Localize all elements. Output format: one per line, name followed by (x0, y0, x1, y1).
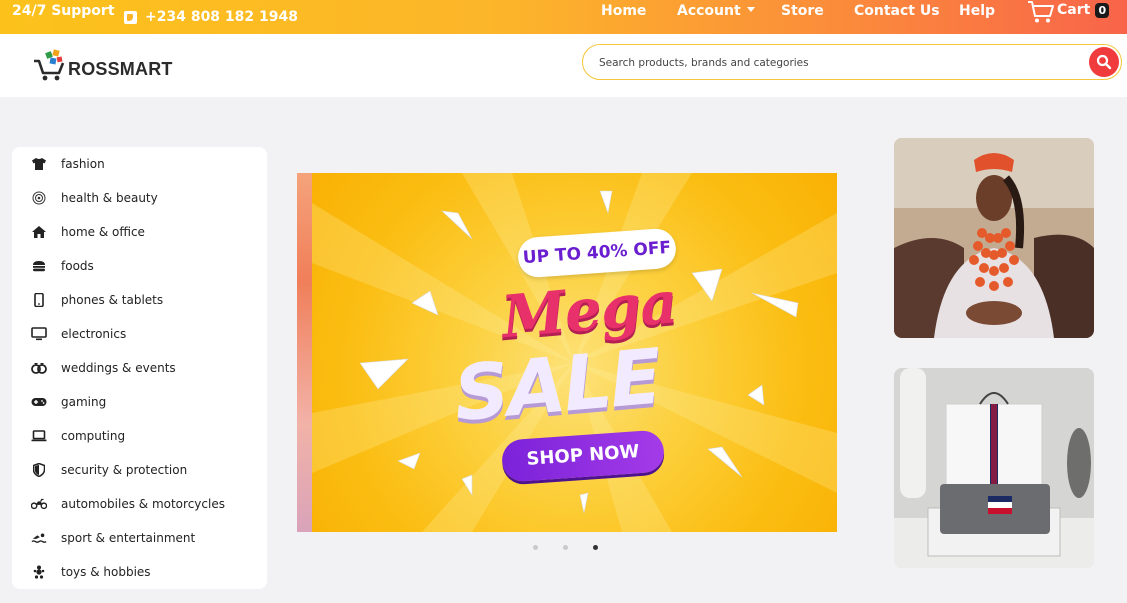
category-item[interactable]: home & office (12, 215, 267, 249)
swimmer-icon (31, 530, 47, 546)
carousel-dot[interactable] (533, 545, 538, 550)
home-icon (31, 224, 47, 240)
logo-text: ROSSMART (68, 58, 173, 79)
promo-image-gift-box[interactable] (894, 368, 1094, 568)
category-label: foods (61, 259, 94, 273)
category-item[interactable]: health & beauty (12, 181, 267, 215)
category-item[interactable]: weddings & events (12, 351, 267, 385)
category-item[interactable]: toys & hobbies (12, 555, 267, 589)
beauty-icon (31, 190, 47, 206)
category-label: sport & entertainment (61, 531, 196, 545)
phone-icon (31, 292, 47, 308)
category-item[interactable]: security & protection (12, 453, 267, 487)
laptop-icon (31, 428, 47, 444)
nav-help[interactable]: Help (959, 0, 995, 34)
motorcycle-icon (31, 496, 47, 512)
search-icon (1096, 54, 1112, 70)
search-input[interactable] (599, 54, 1079, 72)
phone-icon (124, 10, 137, 24)
category-label: electronics (61, 327, 127, 341)
category-label: computing (61, 429, 126, 443)
woman-portrait-image (894, 138, 1094, 338)
cart-count-badge: 0 (1095, 3, 1110, 18)
category-label: health & beauty (61, 191, 158, 205)
logo-cart-icon (34, 49, 65, 81)
promo-image-traditional-attire[interactable] (894, 138, 1094, 338)
chevron-down-icon (746, 7, 755, 12)
support-label: 24/7 Support (12, 3, 115, 19)
category-item[interactable]: sport & entertainment (12, 521, 267, 555)
nav-account[interactable]: Account (677, 0, 755, 34)
category-sidebar: fashion health & beauty home & office fo… (12, 147, 267, 589)
category-label: security & protection (61, 463, 188, 477)
category-item[interactable]: automobiles & motorcycles (12, 487, 267, 521)
shield-icon (31, 462, 47, 478)
category-item[interactable]: electronics (12, 317, 267, 351)
category-label: weddings & events (61, 361, 176, 375)
category-label: toys & hobbies (61, 565, 151, 579)
top-bar: 24/7 Support +234 808 182 1948 Home Acco… (0, 0, 1127, 34)
category-item[interactable]: gaming (12, 385, 267, 419)
category-label: automobiles & motorcycles (61, 497, 225, 511)
search-button[interactable] (1089, 47, 1119, 77)
category-label: phones & tablets (61, 293, 164, 307)
nav-home[interactable]: Home (601, 0, 646, 34)
gift-box-image (894, 368, 1094, 568)
nav-contact-us[interactable]: Contact Us (854, 0, 940, 34)
category-item[interactable]: phones & tablets (12, 283, 267, 317)
monitor-icon (31, 326, 47, 342)
search-bar (582, 44, 1122, 80)
banner-slide: UP TO 40% OFF Mega SALE SHOP NOW (312, 173, 837, 532)
toy-icon (31, 564, 47, 580)
nav-account-label: Account (677, 3, 741, 19)
category-item[interactable]: fashion (12, 147, 267, 181)
cart-icon (1028, 1, 1054, 23)
category-item[interactable]: foods (12, 249, 267, 283)
nav-store[interactable]: Store (781, 0, 824, 34)
carousel-dot-active[interactable] (593, 545, 598, 550)
previous-slide-peek (297, 173, 312, 532)
gamepad-icon (31, 394, 47, 410)
phone-contact[interactable]: +234 808 182 1948 (124, 0, 298, 34)
category-item[interactable]: computing (12, 419, 267, 453)
category-label: fashion (61, 157, 105, 171)
category-label: home & office (61, 225, 145, 239)
tshirt-icon (31, 156, 47, 172)
nav-cart[interactable]: Cart 0 (1027, 0, 1110, 34)
category-label: gaming (61, 395, 107, 409)
burger-icon (31, 258, 47, 274)
logo[interactable]: ROSSMART (32, 47, 173, 83)
cart-label: Cart (1057, 2, 1091, 18)
phone-number: +234 808 182 1948 (145, 9, 298, 25)
carousel-dot[interactable] (563, 545, 568, 550)
wedding-icon (31, 360, 47, 376)
carousel-dots (533, 545, 623, 550)
hero-banner[interactable]: UP TO 40% OFF Mega SALE SHOP NOW (297, 173, 837, 532)
site-header: ROSSMART (0, 34, 1127, 97)
